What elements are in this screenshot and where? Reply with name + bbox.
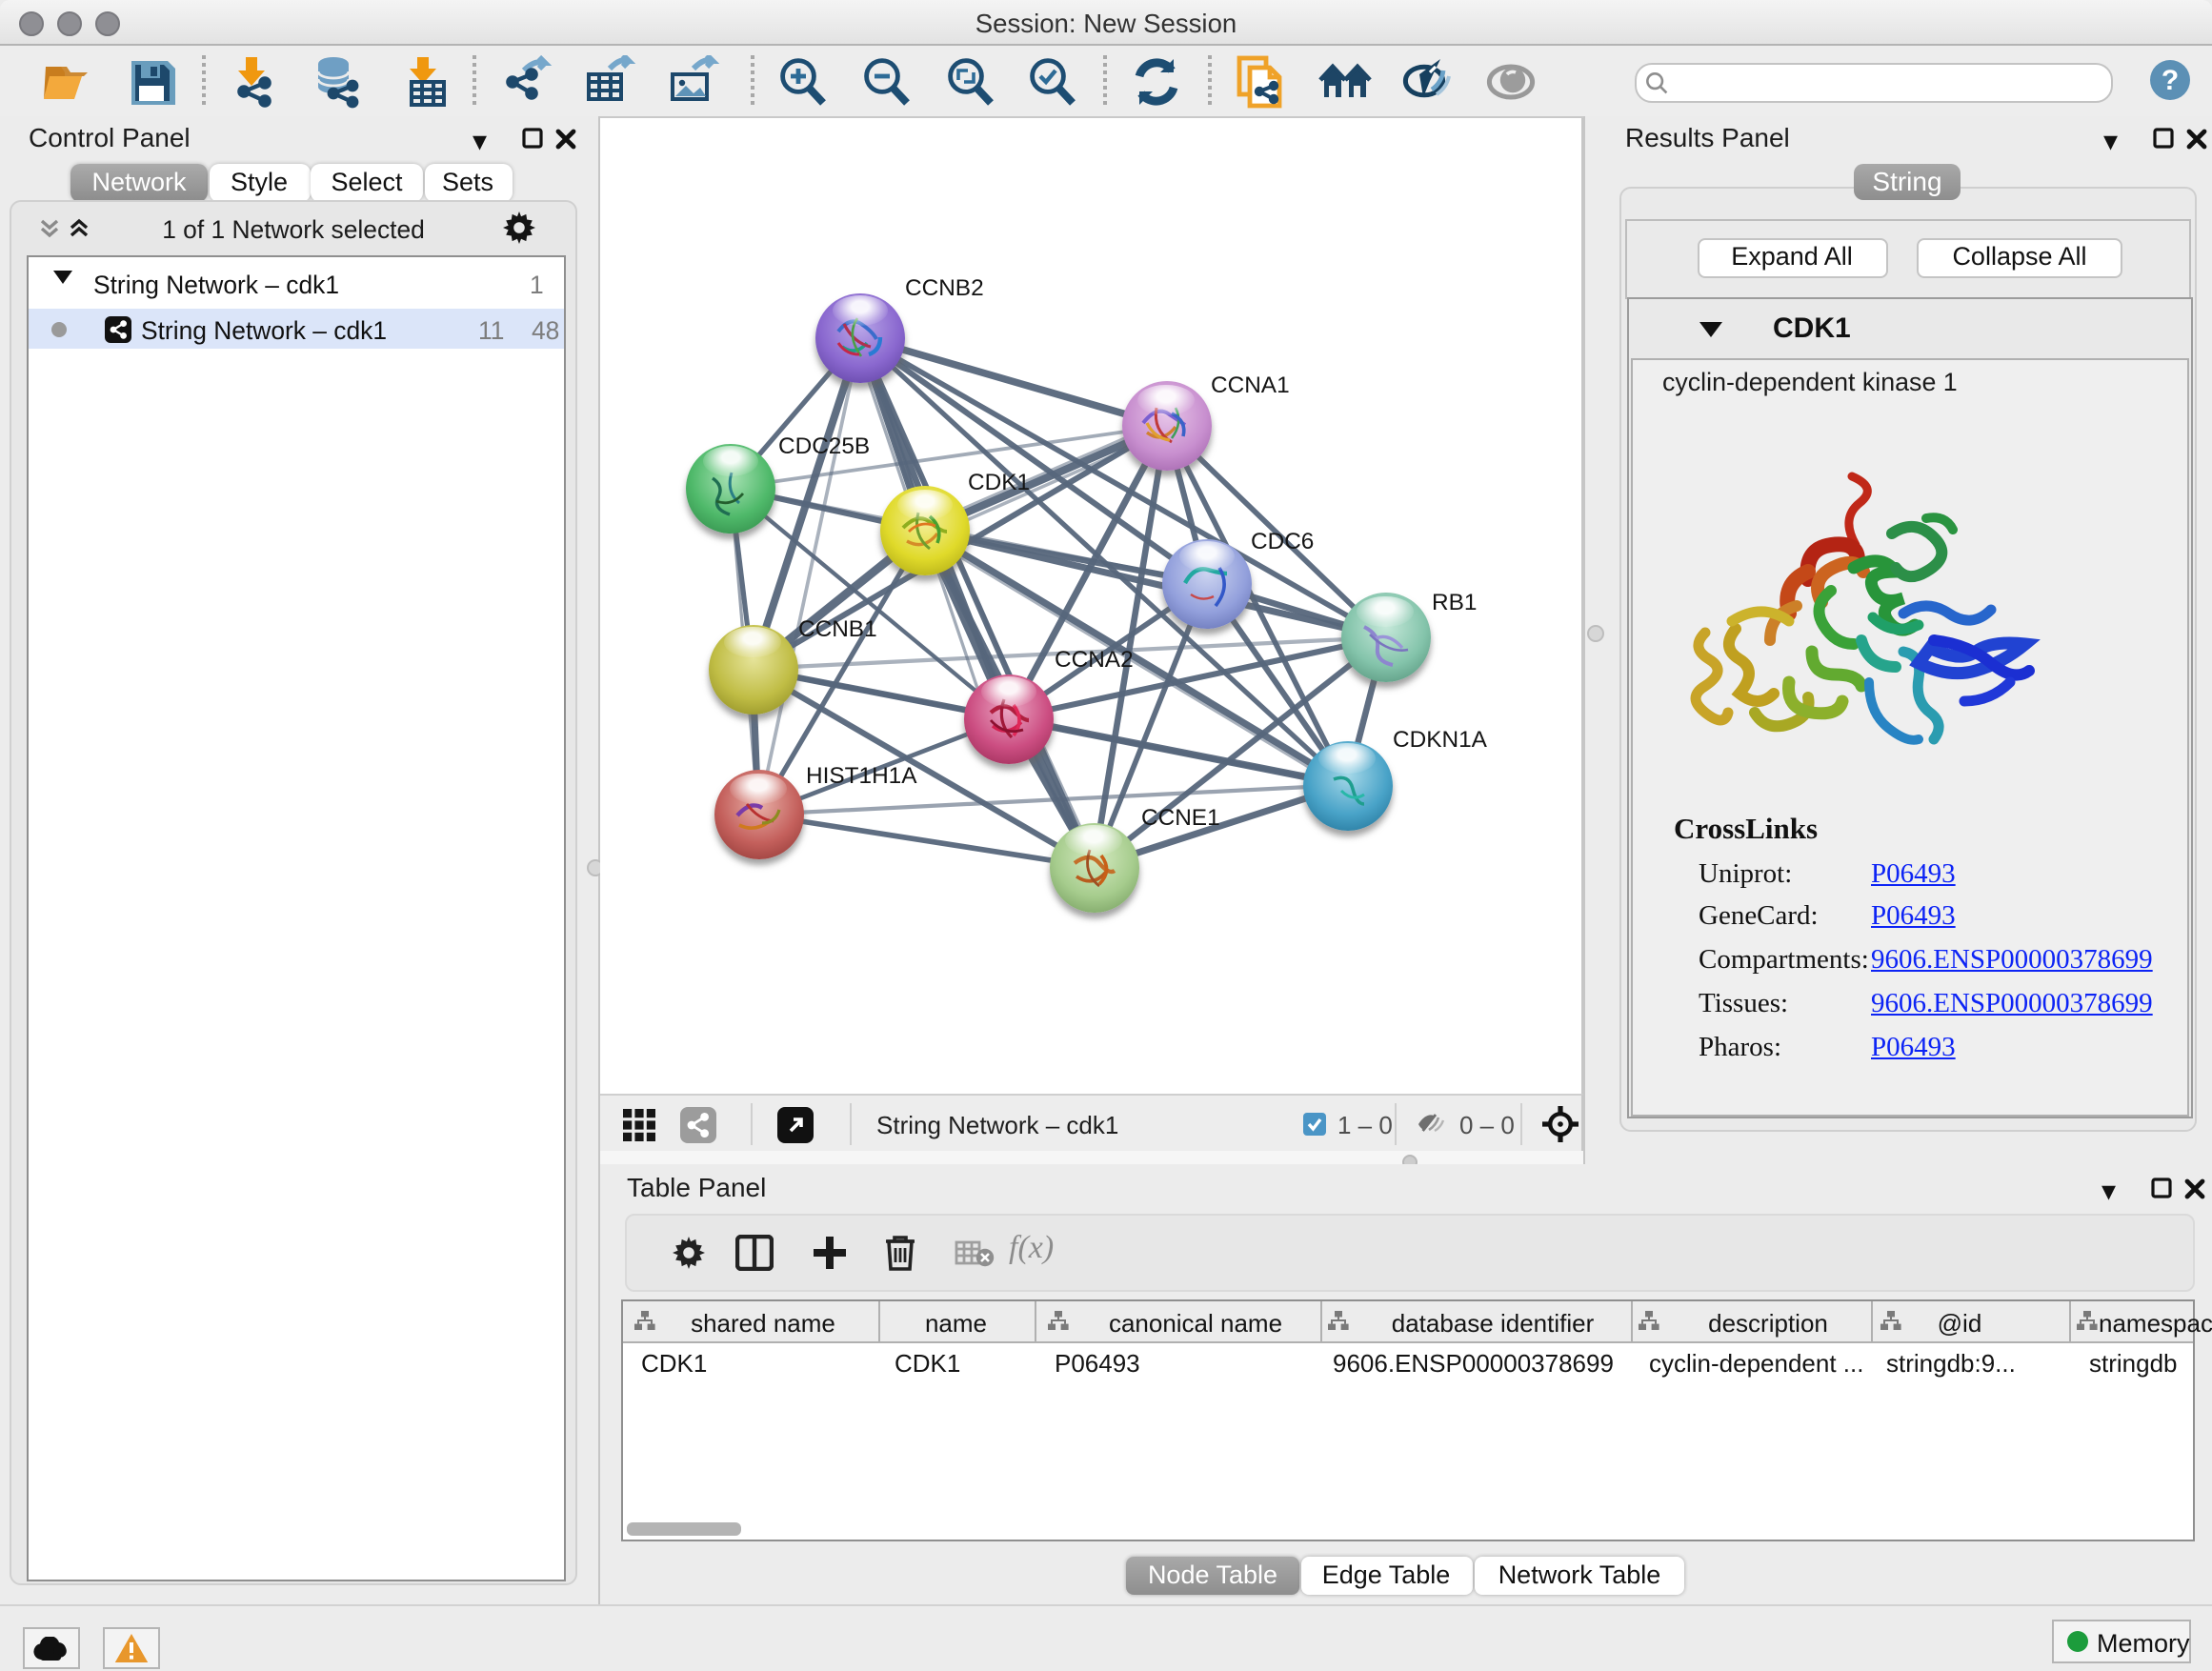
svg-text:?: ? [2162,65,2179,96]
